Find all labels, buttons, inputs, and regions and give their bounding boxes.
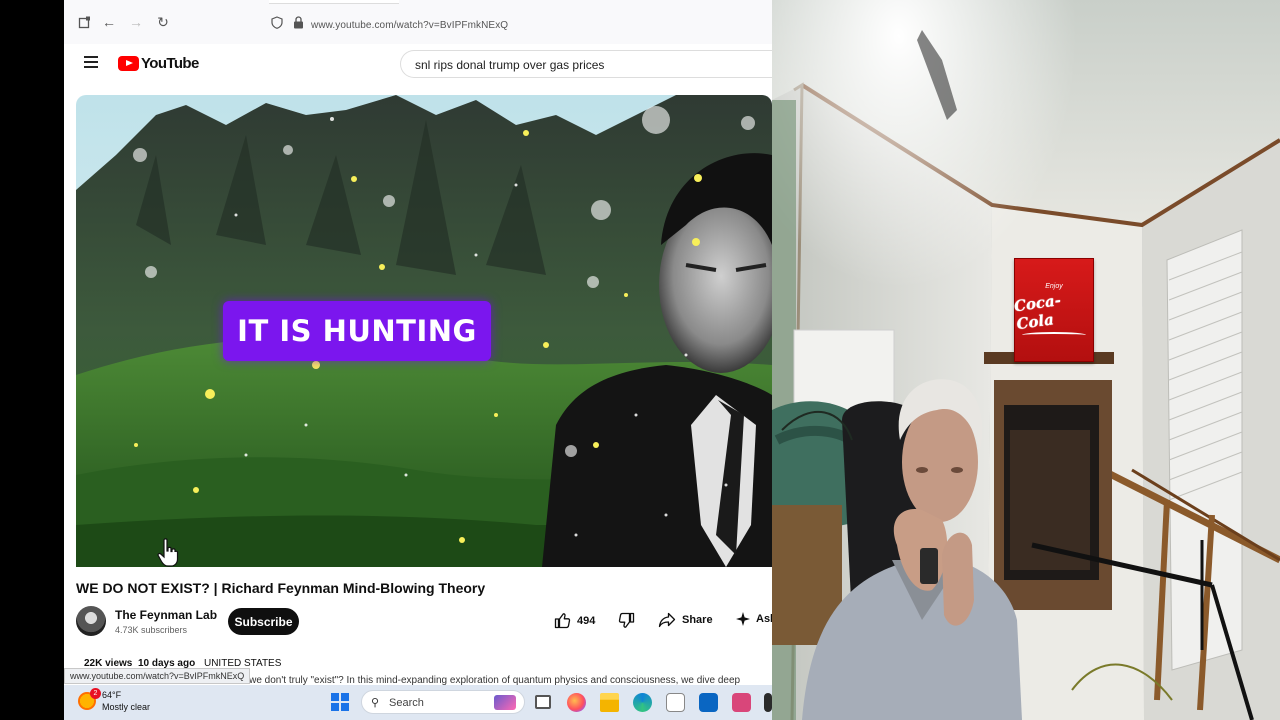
taskbar-search-label: Search [389, 697, 424, 709]
windows-start-icon[interactable] [331, 693, 349, 711]
weather-widget[interactable]: 2 64°F Mostly clear [78, 688, 151, 713]
link-status-url: www.youtube.com/watch?v=BvIPFmkNExQ [64, 668, 251, 684]
edge-icon[interactable] [633, 693, 652, 712]
pinned-app-icon[interactable] [732, 693, 751, 712]
weather-condition: Mostly clear [102, 702, 151, 712]
share-button[interactable]: Share [658, 612, 713, 628]
ask-button[interactable]: Ask [736, 612, 772, 626]
tab-icon[interactable] [76, 14, 92, 30]
lock-icon[interactable] [290, 14, 306, 30]
share-arrow-icon [658, 612, 676, 628]
file-explorer-icon[interactable] [600, 693, 619, 712]
video-overlay-caption: IT IS HUNTING [223, 301, 491, 361]
browser-tab[interactable] [269, 0, 399, 4]
coca-cola-sign: Enjoy Coca-Cola [1012, 258, 1094, 362]
like-count: 494 [577, 614, 596, 627]
temperature: 64°F [102, 690, 122, 700]
pinned-app-icon[interactable] [764, 693, 772, 712]
sign-tagline: Enjoy [1045, 282, 1063, 290]
thumbs-down-icon [618, 612, 635, 628]
forward-arrow-icon[interactable]: → [128, 14, 144, 30]
search-input[interactable]: snl rips donal trump over gas prices [400, 50, 772, 78]
store-icon[interactable] [666, 693, 685, 712]
browser-window: ← → ↻ www.youtube.com/watch?v=BvIPFmkNEx… [64, 0, 772, 720]
thumbs-up-icon [554, 613, 571, 629]
overlay-caption-text: IT IS HUNTING [237, 314, 477, 348]
channel-subscriber-count: 4.73K subscribers [115, 625, 188, 635]
channel-row: The Feynman Lab 4.73K subscribers Subscr… [76, 604, 772, 640]
sparkle-icon [736, 612, 750, 626]
firefox-icon[interactable] [567, 693, 586, 712]
search-highlight-icon [494, 695, 516, 710]
dislike-button[interactable] [618, 612, 635, 629]
task-view-icon[interactable] [535, 695, 551, 709]
youtube-wordmark: YouTube [141, 55, 199, 72]
channel-name[interactable]: The Feynman Lab [115, 608, 217, 622]
sign-brand: Coca-Cola [1012, 290, 1062, 333]
screen-recording: ← → ↻ www.youtube.com/watch?v=BvIPFmkNEx… [0, 0, 1280, 720]
weather-icon: 2 [78, 688, 101, 710]
search-icon: ⚲ [371, 697, 380, 709]
video-player[interactable]: IT IS HUNTING [76, 95, 772, 567]
notification-badge: 2 [90, 688, 101, 699]
youtube-header: YouTube snl rips donal trump over gas pr… [64, 44, 772, 84]
reload-icon[interactable]: ↻ [155, 14, 171, 30]
youtube-play-icon [118, 56, 139, 71]
channel-avatar[interactable] [76, 606, 106, 636]
search-query-text: snl rips donal trump over gas prices [415, 58, 605, 72]
webcam-feed: Enjoy Coca-Cola [772, 0, 1280, 720]
ask-label: Ask [756, 613, 772, 625]
shield-icon[interactable] [269, 14, 285, 30]
like-button[interactable]: 494 [554, 612, 595, 629]
url-text[interactable]: www.youtube.com/watch?v=BvIPFmkNExQ [311, 20, 508, 31]
video-title: WE DO NOT EXIST? | Richard Feynman Mind-… [76, 580, 486, 596]
sign-wave-decoration [1022, 331, 1086, 338]
youtube-logo[interactable]: YouTube [118, 55, 199, 72]
windows-taskbar: 2 64°F Mostly clear ⚲ Search [64, 685, 772, 720]
subscribe-button[interactable]: Subscribe [228, 608, 299, 635]
back-arrow-icon[interactable]: ← [101, 14, 117, 30]
hamburger-menu-icon[interactable] [84, 56, 98, 68]
hand-cursor-icon [157, 538, 179, 567]
share-label: Share [682, 614, 713, 626]
taskbar-search-box[interactable]: ⚲ Search [361, 690, 525, 714]
address-bar: ← → ↻ www.youtube.com/watch?v=BvIPFmkNEx… [64, 0, 772, 44]
pinned-app-icon[interactable] [699, 693, 718, 712]
